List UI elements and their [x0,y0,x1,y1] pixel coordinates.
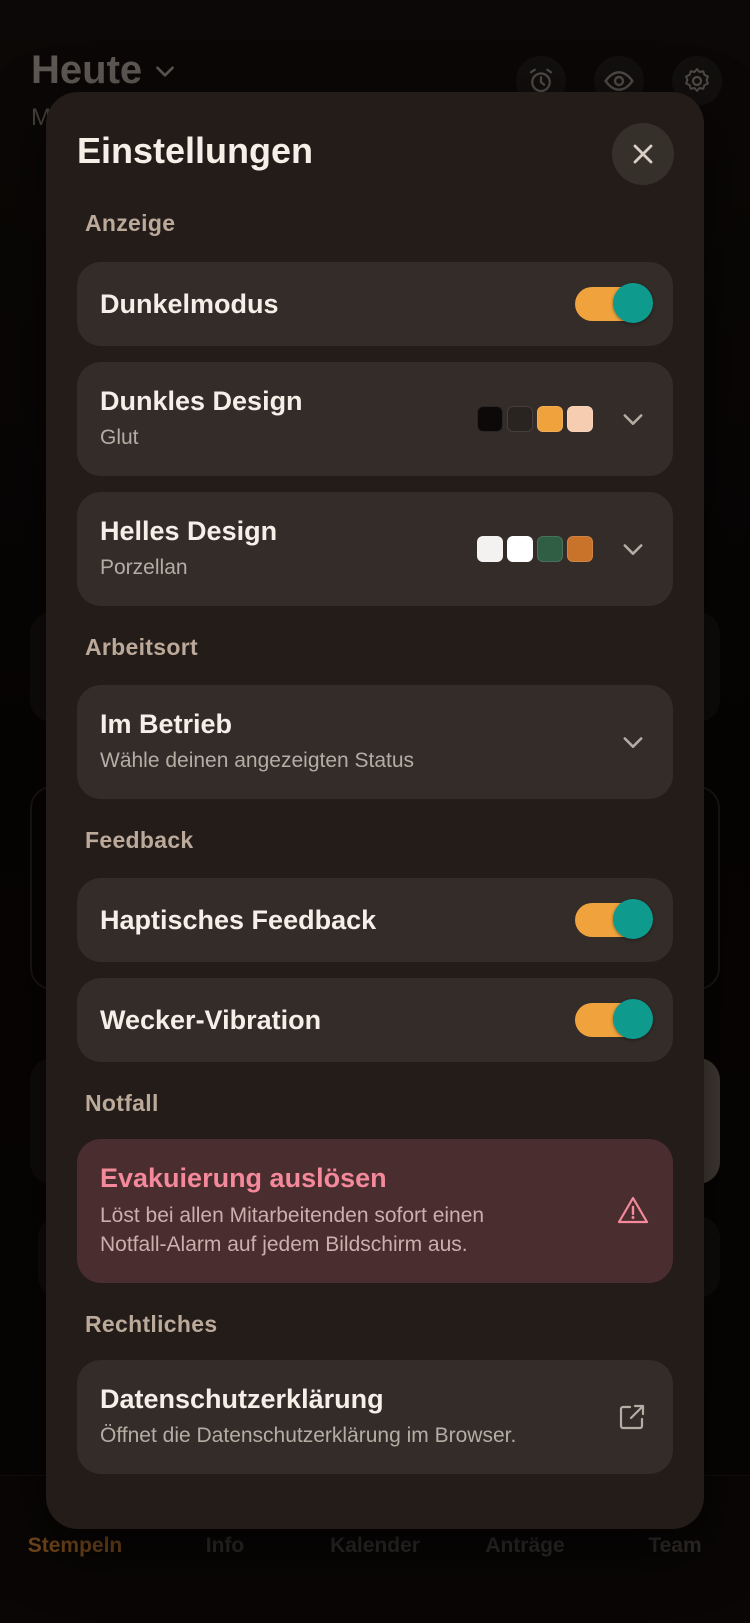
evacuation-description-line: Löst bei allen Mitarbeitenden sofort ein… [100,1204,485,1227]
color-swatch [477,536,503,562]
light-design-swatches [477,536,593,562]
dark-mode-toggle[interactable] [575,283,653,323]
section-label-legal: Rechtliches [85,1311,218,1337]
section-label-display: Anzeige [85,210,176,236]
chevron-down-icon [623,544,643,555]
workplace-label: Im Betrieb [100,709,233,739]
dark-design-value: Glut [100,426,139,449]
evacuation-description: Löst bei allen Mitarbeitenden sofort ein… [100,1201,484,1259]
evacuation-description-line: Notfall-Alarm auf jedem Bildschirm aus. [100,1233,468,1256]
haptic-row[interactable]: Haptisches Feedback [77,878,673,962]
privacy-hint: Öffnet die Datenschutzerklärung im Brows… [100,1424,517,1447]
color-swatch [507,536,533,562]
color-swatch [567,406,593,432]
color-swatch [567,536,593,562]
section-label-feedback: Feedback [85,827,194,853]
toggle-knob [613,899,653,939]
alarm-vibration-toggle[interactable] [575,999,653,1039]
light-design-label: Helles Design [100,516,278,546]
dark-design-swatches [477,406,593,432]
privacy-link[interactable]: Datenschutzerklärung Öffnet die Datensch… [77,1360,673,1474]
close-icon [633,144,653,164]
evacuation-button[interactable]: Evakuierung auslösen Löst bei allen Mita… [77,1139,673,1283]
workplace-row[interactable]: Im Betrieb Wähle deinen angezeigten Stat… [77,685,673,799]
privacy-label: Datenschutzerklärung [100,1384,384,1414]
alarm-vibration-label: Wecker-Vibration [100,1005,322,1035]
workplace-hint: Wähle deinen angezeigten Status [100,749,415,772]
color-swatch [537,406,563,432]
light-design-value: Porzellan [100,556,188,579]
settings-sheet: Einstellungen Anzeige Dunkelmodus Dunkle… [46,92,704,1529]
chevron-down-icon [623,737,643,748]
section-label-workplace: Arbeitsort [85,634,198,660]
color-swatch [477,406,503,432]
light-design-row[interactable]: Helles Design Porzellan [77,492,673,606]
dark-design-label: Dunkles Design [100,386,303,416]
evacuation-label: Evakuierung auslösen [100,1163,387,1193]
section-label-emergency: Notfall [85,1090,159,1116]
external-link-icon [619,1404,645,1430]
dark-mode-label: Dunkelmodus [100,289,279,319]
dark-mode-row[interactable]: Dunkelmodus [77,262,673,346]
chevron-down-icon [623,414,643,425]
warning-icon [617,1196,649,1224]
dark-design-row[interactable]: Dunkles Design Glut [77,362,673,476]
alarm-vibration-row[interactable]: Wecker-Vibration [77,978,673,1062]
haptic-label: Haptisches Feedback [100,905,377,935]
color-swatch [507,406,533,432]
toggle-knob [613,283,653,323]
close-button[interactable] [612,123,674,185]
toggle-knob [613,999,653,1039]
color-swatch [537,536,563,562]
sheet-title: Einstellungen [77,130,314,171]
haptic-toggle[interactable] [575,899,653,939]
